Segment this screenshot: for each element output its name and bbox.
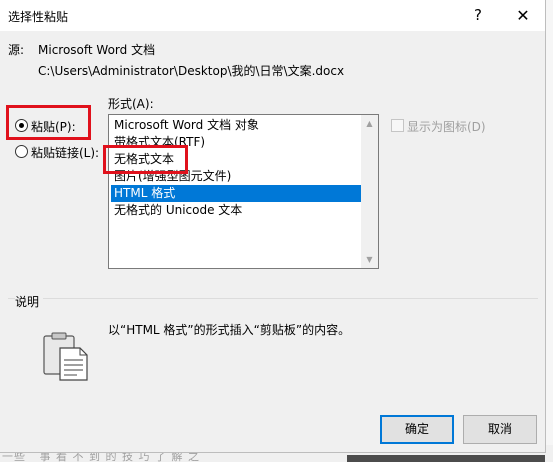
description-divider bbox=[8, 298, 538, 299]
paste-link-radio-label[interactable]: 粘贴链接(L): bbox=[31, 144, 99, 161]
source-app-name: Microsoft Word 文档 bbox=[38, 43, 156, 57]
highlight-box-paste bbox=[6, 105, 91, 140]
source-file-path: C:\Users\Administrator\Desktop\我的\日常\文案.… bbox=[38, 64, 345, 78]
format-item-unicode-text[interactable]: 无格式的 Unicode 文本 bbox=[111, 202, 362, 219]
paste-link-radio[interactable] bbox=[15, 145, 28, 158]
display-as-icon-checkbox[interactable] bbox=[391, 119, 404, 132]
scroll-down-icon[interactable]: ▼ bbox=[361, 251, 378, 268]
format-item-word-object[interactable]: Microsoft Word 文档 对象 bbox=[111, 117, 362, 134]
cancel-button[interactable]: 取消 bbox=[463, 415, 537, 444]
source-label: 源: bbox=[8, 43, 25, 57]
dialog-title: 选择性粘贴 bbox=[8, 10, 69, 24]
display-as-icon-label: 显示为图标(D) bbox=[407, 120, 486, 134]
help-icon[interactable]: ? bbox=[456, 0, 500, 31]
ok-button[interactable]: 确定 bbox=[380, 415, 454, 444]
format-label: 形式(A): bbox=[108, 97, 154, 111]
description-text: 以“HTML 格式”的形式插入“剪贴板”的内容。 bbox=[108, 323, 351, 337]
paste-special-dialog: 选择性粘贴 ? ✕ 源: Microsoft Word 文档 C:\Users\… bbox=[0, 0, 546, 453]
background-window-edge bbox=[545, 0, 553, 462]
title-bar: 选择性粘贴 ? ✕ bbox=[0, 0, 545, 31]
format-listbox[interactable]: Microsoft Word 文档 对象 带格式文本(RTF) 无格式文本 图片… bbox=[108, 114, 379, 269]
background-dark-panel bbox=[347, 455, 545, 462]
format-item-html[interactable]: HTML 格式 bbox=[111, 185, 362, 202]
scroll-up-icon[interactable]: ▲ bbox=[361, 115, 378, 132]
close-icon[interactable]: ✕ bbox=[501, 0, 545, 31]
format-list-scrollbar[interactable]: ▲ ▼ bbox=[361, 115, 378, 268]
clipboard-icon bbox=[43, 332, 88, 381]
description-label: 说明 bbox=[15, 293, 44, 310]
highlight-box-plain-text bbox=[103, 145, 188, 174]
